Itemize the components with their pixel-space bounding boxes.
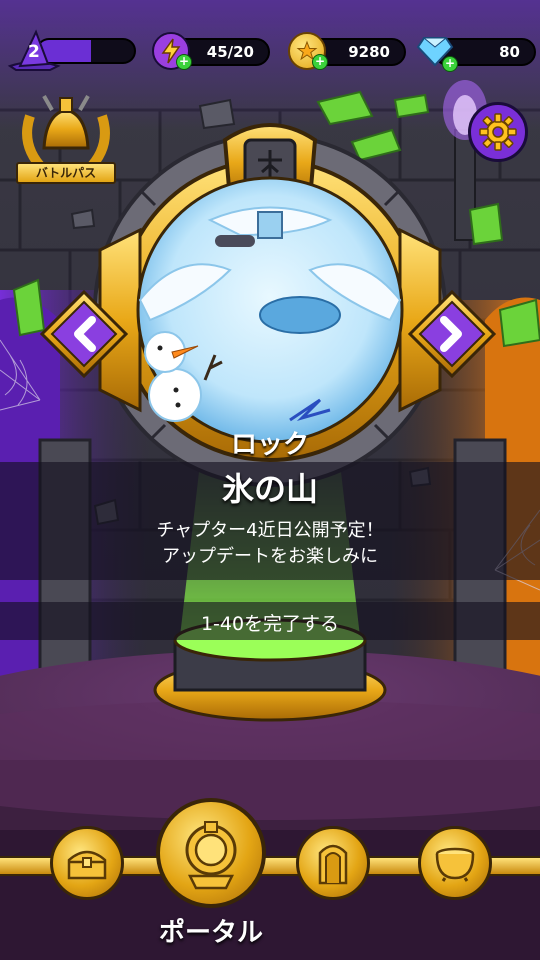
gem-icon: + xyxy=(416,32,458,72)
stage-message-line1: チャプター4近日公開予定！ xyxy=(156,520,384,541)
coin-value: 9280 xyxy=(348,43,390,61)
stage-requirement: 1-40を完了する xyxy=(200,613,340,635)
bottom-nav: ポータル xyxy=(0,790,540,960)
add-coins-icon[interactable]: + xyxy=(312,54,328,70)
energy-display[interactable]: 45/20 + xyxy=(152,0,272,80)
coin-icon: + xyxy=(288,32,328,70)
add-energy-icon[interactable]: + xyxy=(176,54,192,70)
previous-chapter-button[interactable] xyxy=(38,288,130,380)
treasure-chest-icon xyxy=(67,850,107,880)
settings-button[interactable] xyxy=(468,102,528,162)
cauldron-icon xyxy=(435,847,475,882)
nav-selected-label: ポータル xyxy=(158,918,263,948)
nav-shop-button[interactable] xyxy=(50,826,124,900)
stage-name: 氷の山 xyxy=(221,470,318,508)
next-chapter-button[interactable] xyxy=(406,288,498,380)
nav-portal-button[interactable] xyxy=(156,798,266,908)
battle-pass-label: バトルパス xyxy=(35,166,97,180)
gear-icon xyxy=(479,113,517,151)
portal-icon xyxy=(185,821,237,890)
player-level-number: 2 xyxy=(28,42,40,62)
energy-value: 45/20 xyxy=(206,43,254,61)
energy-icon: + xyxy=(152,32,192,70)
gem-display[interactable]: 80 + xyxy=(416,0,536,80)
door-icon xyxy=(318,844,348,885)
battle-pass-ribbon: バトルパス xyxy=(16,162,116,184)
coin-display[interactable]: 9280 + xyxy=(288,0,408,80)
add-gems-icon[interactable]: + xyxy=(442,56,458,72)
player-level[interactable]: 2 xyxy=(6,28,136,72)
nav-dungeon-button[interactable] xyxy=(296,826,370,900)
gem-value: 80 xyxy=(499,43,520,61)
stage-message-line2: アップデートをお楽しみに xyxy=(162,546,378,567)
battle-pass-button[interactable]: バトルパス xyxy=(14,86,118,190)
nav-cauldron-button[interactable] xyxy=(418,826,492,900)
stage-status: ロック xyxy=(230,430,309,460)
